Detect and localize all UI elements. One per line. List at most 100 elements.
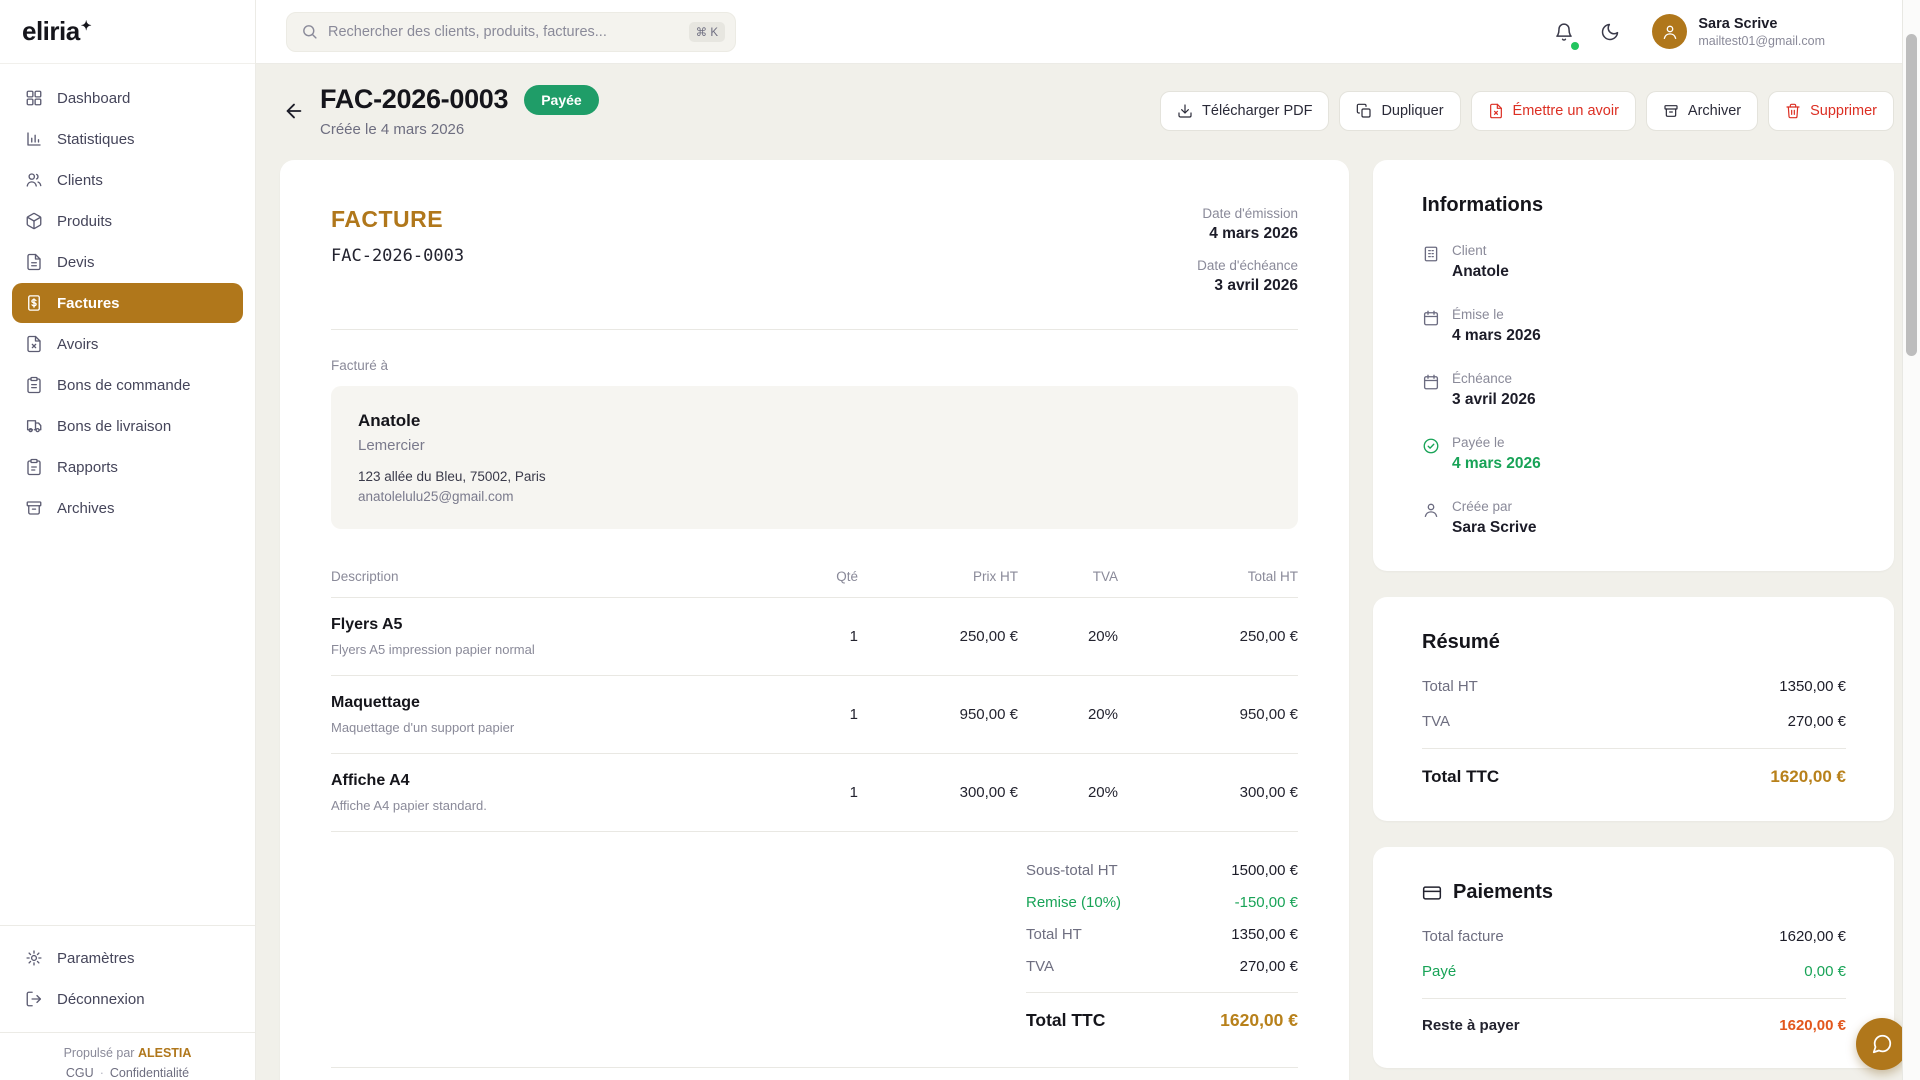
sidebar-item-statistiques[interactable]: Statistiques bbox=[12, 119, 243, 159]
confidentialite-link[interactable]: Confidentialité bbox=[110, 1066, 189, 1080]
archive-icon bbox=[1663, 103, 1679, 119]
item-vat: 20% bbox=[1018, 628, 1118, 645]
discount-row: Remise (10%)-150,00 € bbox=[1026, 894, 1298, 911]
download-pdf-button[interactable]: Télécharger PDF bbox=[1160, 91, 1329, 131]
sidebar-item-bons-de-commande[interactable]: Bons de commande bbox=[12, 365, 243, 405]
billed-to-label: Facturé à bbox=[331, 358, 1298, 373]
header-actions: Télécharger PDF Dupliquer Émettre un avo… bbox=[1160, 91, 1894, 131]
invoice-totals: Sous-total HT1500,00 € Remise (10%)-150,… bbox=[1026, 862, 1298, 1031]
powered-by-brand[interactable]: ALESTIA bbox=[138, 1046, 191, 1060]
sidebar-item-label: Archives bbox=[57, 500, 115, 517]
chat-fab-button[interactable] bbox=[1856, 1018, 1908, 1070]
item-vat: 20% bbox=[1018, 784, 1118, 801]
item-total: 250,00 € bbox=[1118, 628, 1298, 645]
sidebar-nav: Dashboard Statistiques Clients Produits … bbox=[0, 64, 255, 925]
sidebar-item-devis[interactable]: Devis bbox=[12, 242, 243, 282]
payments-paid-row: Payé0,00 € bbox=[1422, 963, 1846, 980]
app-root: eliria✦ Dashboard Statistiques Clients P… bbox=[0, 0, 1920, 1080]
brand-logo[interactable]: eliria✦ bbox=[22, 16, 91, 47]
sidebar-item-label: Produits bbox=[57, 213, 112, 230]
users-icon bbox=[25, 171, 43, 189]
sidebar-item-rapports[interactable]: Rapports bbox=[12, 447, 243, 487]
scrollbar-thumb[interactable] bbox=[1906, 34, 1917, 356]
sidebar-item-avoirs[interactable]: Avoirs bbox=[12, 324, 243, 364]
sidebar-bottom-section: Paramètres Déconnexion bbox=[0, 925, 255, 1032]
item-unit-price: 250,00 € bbox=[858, 628, 1018, 645]
sidebar-item-parametres[interactable]: Paramètres bbox=[12, 938, 243, 978]
truck-icon bbox=[25, 417, 43, 435]
check-circle-icon bbox=[1422, 437, 1440, 455]
item-qty: 1 bbox=[768, 628, 858, 645]
sidebar-item-clients[interactable]: Clients bbox=[12, 160, 243, 200]
payments-title: Paiements bbox=[1453, 881, 1553, 904]
moon-icon bbox=[1600, 22, 1620, 42]
sidebar-item-deconnexion[interactable]: Déconnexion bbox=[12, 979, 243, 1019]
delete-button[interactable]: Supprimer bbox=[1768, 91, 1894, 131]
emission-date-label: Date d'émission bbox=[1197, 206, 1298, 221]
invoice-icon bbox=[25, 294, 43, 312]
client-last-name: Lemercier bbox=[358, 437, 1271, 454]
file-x-icon bbox=[25, 335, 43, 353]
topbar-right: Sara Scrive mailtest01@gmail.com bbox=[1552, 14, 1825, 49]
invoice-document: FACTURE FAC-2026-0003 Date d'émission 4 … bbox=[280, 160, 1349, 1080]
credit-note-button[interactable]: Émettre un avoir bbox=[1471, 91, 1636, 131]
archive-button[interactable]: Archiver bbox=[1646, 91, 1758, 131]
bar-chart-icon bbox=[25, 130, 43, 148]
duplicate-button[interactable]: Dupliquer bbox=[1339, 91, 1460, 131]
emission-date-value: 4 mars 2026 bbox=[1197, 225, 1298, 243]
item-unit-price: 300,00 € bbox=[858, 784, 1018, 801]
due-date-value: 3 avril 2026 bbox=[1197, 277, 1298, 295]
due-date-label: Date d'échéance bbox=[1197, 258, 1298, 273]
invoice-items-table: Description Qté Prix HT TVA Total HT Fly… bbox=[331, 569, 1298, 832]
clipboard-list-icon bbox=[25, 376, 43, 394]
sidebar-item-label: Devis bbox=[57, 254, 95, 271]
cgu-link[interactable]: CGU bbox=[66, 1066, 94, 1080]
logout-icon bbox=[25, 990, 43, 1008]
invoice-number: FAC-2026-0003 bbox=[331, 246, 464, 266]
table-row: Flyers A5Flyers A5 impression papier nor… bbox=[331, 598, 1298, 676]
file-x-icon bbox=[1488, 103, 1504, 119]
file-text-icon bbox=[25, 253, 43, 271]
sidebar-item-label: Bons de livraison bbox=[57, 418, 171, 435]
subtotal-row: Sous-total HT1500,00 € bbox=[1026, 862, 1298, 879]
sidebar-item-factures[interactable]: Factures bbox=[12, 283, 243, 323]
summary-tva-row: TVA270,00 € bbox=[1422, 713, 1846, 730]
building-icon bbox=[1422, 245, 1440, 263]
sidebar-item-label: Rapports bbox=[57, 459, 118, 476]
payments-total-row: Total facture1620,00 € bbox=[1422, 928, 1846, 945]
arrow-left-icon bbox=[283, 100, 305, 122]
tva-row: TVA270,00 € bbox=[1026, 958, 1298, 975]
dark-mode-toggle[interactable] bbox=[1598, 20, 1622, 44]
page-title: FAC-2026-0003 bbox=[320, 84, 508, 115]
search-input[interactable] bbox=[328, 24, 679, 40]
sidebar-item-label: Clients bbox=[57, 172, 103, 189]
page-scrollbar[interactable] bbox=[1902, 0, 1920, 1080]
item-qty: 1 bbox=[768, 784, 858, 801]
notification-dot bbox=[1571, 42, 1579, 50]
divider bbox=[331, 1067, 1298, 1068]
sidebar-item-dashboard[interactable]: Dashboard bbox=[12, 78, 243, 118]
user-icon bbox=[1422, 501, 1440, 519]
sidebar-item-archives[interactable]: Archives bbox=[12, 488, 243, 528]
item-description: Affiche A4 papier standard. bbox=[331, 798, 768, 813]
clipboard-icon bbox=[25, 458, 43, 476]
sidebar-item-label: Dashboard bbox=[57, 90, 130, 107]
invoice-doc-type: FACTURE bbox=[331, 206, 464, 233]
item-total: 300,00 € bbox=[1118, 784, 1298, 801]
copy-icon bbox=[1356, 103, 1372, 119]
sidebar-item-bons-de-livraison[interactable]: Bons de livraison bbox=[12, 406, 243, 446]
download-icon bbox=[1177, 103, 1193, 119]
item-vat: 20% bbox=[1018, 706, 1118, 723]
client-address: 123 allée du Bleu, 75002, Paris bbox=[358, 469, 1271, 484]
back-button[interactable] bbox=[280, 97, 308, 125]
info-item-creee-par: Créée parSara Scrive bbox=[1422, 499, 1846, 537]
notifications-button[interactable] bbox=[1552, 20, 1576, 44]
sidebar-item-label: Bons de commande bbox=[57, 377, 190, 394]
summary-total-ht-row: Total HT1350,00 € bbox=[1422, 678, 1846, 695]
total-ttc-row: Total TTC1620,00 € bbox=[1026, 1010, 1298, 1031]
trash-icon bbox=[1785, 103, 1801, 119]
divider bbox=[331, 329, 1298, 330]
global-search[interactable]: ⌘ K bbox=[286, 12, 736, 52]
user-menu[interactable]: Sara Scrive mailtest01@gmail.com bbox=[1652, 14, 1825, 49]
sidebar-item-produits[interactable]: Produits bbox=[12, 201, 243, 241]
